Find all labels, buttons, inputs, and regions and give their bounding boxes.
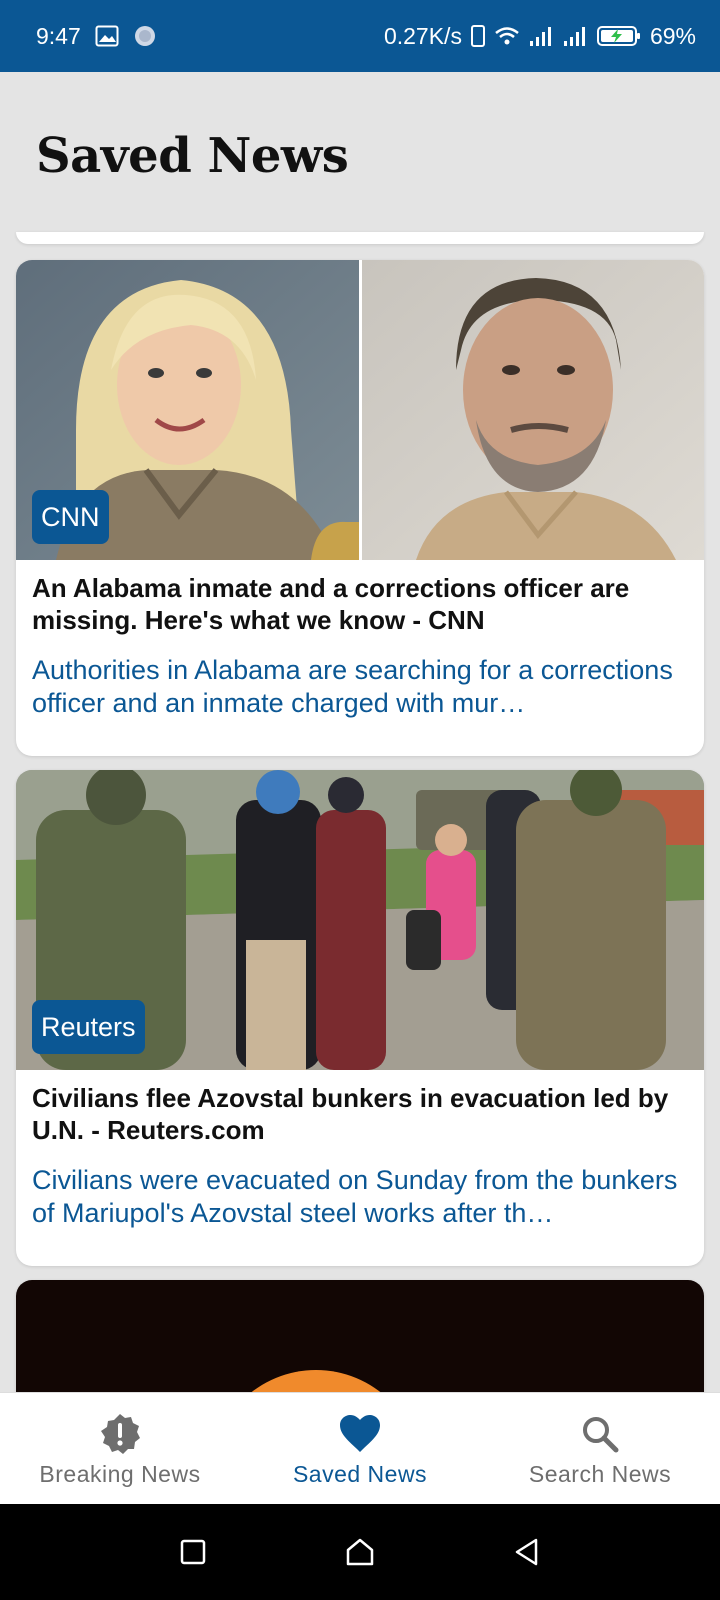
net-speed: 0.27K/s (383, 22, 462, 49)
phone-icon (470, 24, 486, 48)
article-card[interactable]: CNN An Alabama inmate and a corrections … (16, 260, 704, 756)
article-image (16, 1280, 704, 1392)
article-title: Civilians flee Azovstal bunkers in evacu… (32, 1083, 669, 1145)
source-badge: CNN (32, 490, 109, 544)
search-icon (580, 1411, 620, 1457)
heart-icon (338, 1411, 382, 1457)
nav-search-news[interactable]: Search News (480, 1393, 720, 1505)
nav-label: Breaking News (39, 1461, 201, 1487)
source-badge: Reuters (32, 1000, 145, 1054)
article-description: Authorities in Alabama are searching for… (32, 655, 673, 718)
nav-breaking-news[interactable]: Breaking News (0, 1393, 240, 1505)
article-card[interactable] (16, 1280, 704, 1392)
article-image: Reuters (16, 770, 704, 1070)
status-time: 9:47 (36, 22, 81, 49)
signal-icon (562, 25, 588, 47)
article-image: CNN (16, 260, 704, 560)
article-description: Civilians were evacuated on Sunday from … (32, 1165, 678, 1228)
nav-label: Search News (528, 1461, 672, 1487)
bottom-navigation: Breaking News Saved News Search News (0, 1392, 720, 1505)
status-bar: 9:47 0.27K/s 69% (0, 0, 720, 72)
battery-percent: 69% (649, 22, 696, 49)
recents-icon[interactable] (163, 1522, 223, 1582)
nav-label: Saved News (292, 1461, 428, 1487)
list-item[interactable] (16, 232, 704, 244)
nav-saved-news[interactable]: Saved News (240, 1393, 480, 1505)
wifi-icon (494, 25, 520, 47)
system-navigation-bar (0, 1504, 720, 1600)
alert-badge-icon (98, 1411, 142, 1457)
loading-icon (133, 24, 157, 48)
image-icon (95, 25, 119, 47)
battery-charging-icon (596, 24, 642, 48)
back-icon[interactable] (497, 1522, 557, 1582)
article-title: An Alabama inmate and a corrections offi… (32, 573, 630, 635)
home-icon[interactable] (330, 1522, 390, 1582)
saved-news-list[interactable]: CNN An Alabama inmate and a corrections … (0, 72, 720, 1392)
signal-icon (528, 25, 554, 47)
article-card[interactable]: Reuters Civilians flee Azovstal bunkers … (16, 770, 704, 1266)
